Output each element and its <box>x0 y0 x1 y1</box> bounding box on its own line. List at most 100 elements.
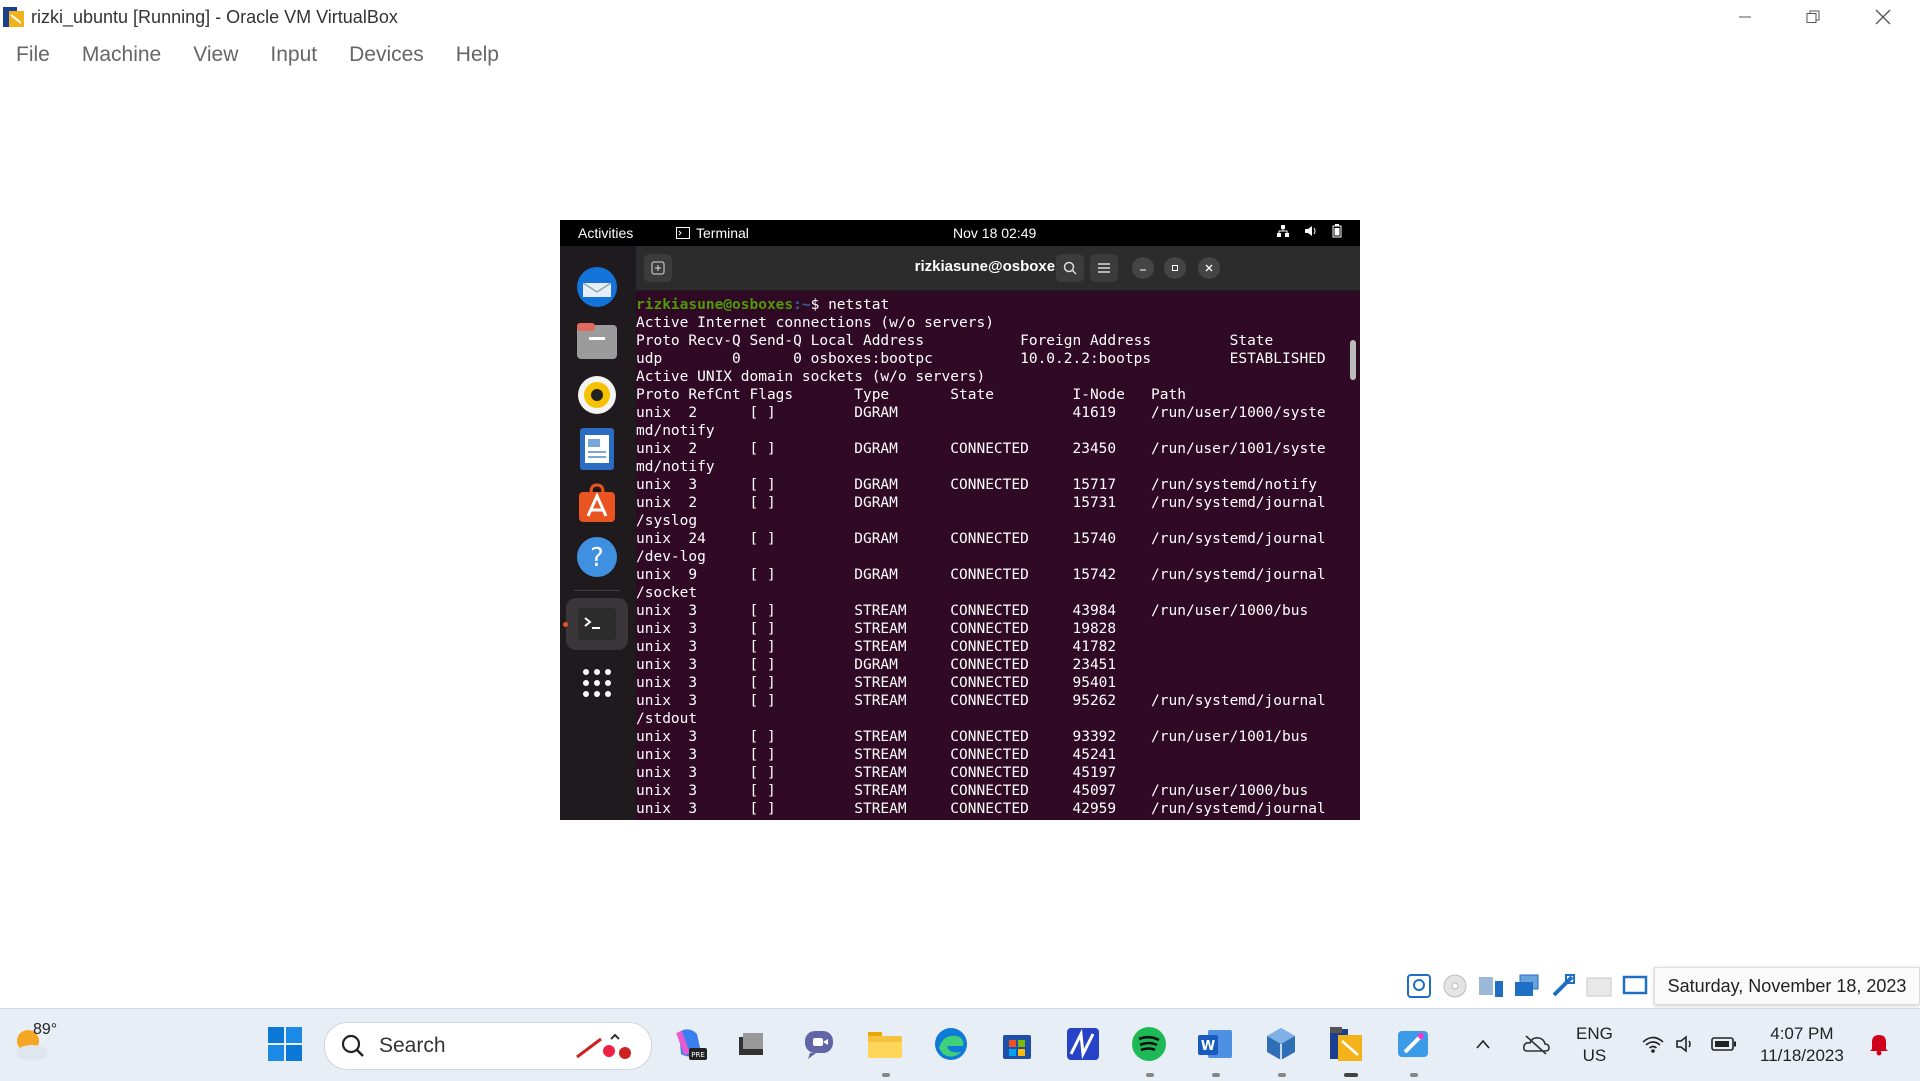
menu-devices[interactable]: Devices <box>333 38 440 72</box>
taskbar-search-box[interactable]: Search <box>324 1022 652 1070</box>
notifications-button[interactable] <box>1862 1021 1896 1067</box>
restore-button[interactable] <box>1778 0 1848 34</box>
terminal-dock-item[interactable] <box>566 598 628 650</box>
terminal-line: md/notify <box>636 459 715 475</box>
svg-text:W: W <box>1201 1039 1215 1054</box>
start-button[interactable] <box>262 1021 308 1067</box>
terminal-line: unix 3 [ ] STREAM CONNECTED 19828 <box>636 621 1117 637</box>
hard-disk-icon[interactable] <box>1404 971 1434 1001</box>
close-icon <box>1875 9 1891 25</box>
speaker-icon[interactable] <box>1670 1021 1704 1067</box>
language-code: ENG <box>1576 1024 1613 1043</box>
copilot-preview-icon[interactable]: PRE <box>666 1021 712 1067</box>
terminal-line: unix 9 [ ] DGRAM CONNECTED 15742 /run/sy… <box>636 567 1326 583</box>
terminal-close-button[interactable] <box>1198 257 1220 279</box>
menu-machine[interactable]: Machine <box>66 38 177 72</box>
restore-icon <box>1806 10 1820 23</box>
terminal-line: unix 2 [ ] DGRAM 15731 /run/systemd/jour… <box>636 495 1326 511</box>
terminal-line: unix 3 [ ] STREAM CONNECTED 41782 <box>636 639 1117 655</box>
ai-app-icon[interactable] <box>1060 1021 1106 1067</box>
gnome-top-bar: Activities Terminal Nov 18 02:49 <box>560 220 1360 246</box>
search-placeholder: Search <box>379 1034 446 1057</box>
display-icon[interactable] <box>1620 971 1650 1001</box>
running-indicator <box>563 622 568 627</box>
files-icon[interactable] <box>574 318 620 364</box>
terminal-scrollbar[interactable] <box>1350 340 1356 380</box>
edge-icon[interactable] <box>928 1021 974 1067</box>
close-button[interactable] <box>1848 0 1918 34</box>
task-view-icon[interactable] <box>728 1021 774 1067</box>
menu-file[interactable]: File <box>0 38 66 72</box>
terminal-line: unix 3 [ ] STREAM CONNECTED 43984 /run/u… <box>636 603 1309 619</box>
menu-view[interactable]: View <box>177 38 254 72</box>
menu-help[interactable]: Help <box>440 38 515 72</box>
terminal-line: unix 24 [ ] DGRAM CONNECTED 15740 /run/s… <box>636 531 1326 547</box>
app-center-icon[interactable] <box>574 480 620 526</box>
libreoffice-writer-icon[interactable] <box>574 426 620 472</box>
usb-icon[interactable] <box>1548 971 1578 1001</box>
spotify-running-indicator <box>1146 1073 1154 1077</box>
virtualbox-taskbar-icon[interactable] <box>1258 1021 1304 1067</box>
wifi-icon[interactable] <box>1636 1021 1670 1067</box>
terminal-line: /socket <box>636 585 698 601</box>
microsoft-store-icon[interactable] <box>994 1021 1040 1067</box>
ubuntu-dock: ? <box>560 246 636 820</box>
clock-time: 4:07 PM <box>1770 1024 1834 1043</box>
minimize-icon <box>1739 16 1751 18</box>
help-icon[interactable]: ? <box>574 534 620 580</box>
hamburger-icon <box>1098 263 1110 273</box>
terminal-search-button[interactable] <box>1056 254 1084 282</box>
rhythmbox-icon[interactable] <box>574 372 620 418</box>
file-explorer-icon[interactable] <box>862 1021 908 1067</box>
volume-icon <box>1305 226 1316 236</box>
taskbar-clock[interactable]: 4:07 PM 11/18/2023 <box>1760 1023 1844 1067</box>
audio-icon[interactable] <box>1476 971 1506 1001</box>
terminal-line: unix 2 [ ] DGRAM 41619 /run/user/1000/sy… <box>636 405 1326 421</box>
menu-bar: File Machine View Input Devices Help <box>0 38 515 72</box>
paint-running-indicator <box>1410 1073 1418 1077</box>
vm-screen[interactable]: Activities Terminal Nov 18 02:49 ? rizki… <box>560 220 1360 820</box>
terminal-output[interactable]: rizkiasune@osboxes:~$ netstat Active Int… <box>636 290 1360 820</box>
windows-taskbar: 89° Search PRE W ENG US 4:07 PM 11/18/20… <box>0 1008 1920 1081</box>
spotify-icon[interactable] <box>1126 1021 1172 1067</box>
window-titlebar: rizki_ubuntu [Running] - Oracle VM Virtu… <box>0 0 1920 34</box>
onedrive-icon[interactable] <box>1516 1021 1556 1067</box>
chat-icon[interactable] <box>796 1021 842 1067</box>
terminal-minimize-button[interactable] <box>1132 257 1154 279</box>
windows-logo-icon <box>268 1027 302 1061</box>
svg-text:PRE: PRE <box>691 1051 705 1059</box>
terminal-window[interactable]: rizkiasune@osboxes: ~ rizkiasune@osboxes… <box>636 246 1360 820</box>
show-hidden-icons-button[interactable] <box>1468 1021 1498 1067</box>
word-icon[interactable]: W <box>1192 1021 1238 1067</box>
search-icon <box>341 1034 364 1057</box>
maximize-icon <box>1172 265 1178 271</box>
terminal-line: /stdout <box>636 711 698 727</box>
shared-folders-icon[interactable] <box>1584 971 1614 1001</box>
gnome-system-tray[interactable] <box>1276 224 1342 238</box>
clock-date: 11/18/2023 <box>1760 1046 1844 1065</box>
thunderbird-icon[interactable] <box>574 264 620 310</box>
terminal-line: unix 3 [ ] STREAM CONNECTED 95262 /run/s… <box>636 693 1326 709</box>
show-apps-icon[interactable] <box>574 660 620 706</box>
paint-icon[interactable] <box>1390 1021 1436 1067</box>
optical-drive-icon[interactable] <box>1440 971 1470 1001</box>
network-adapter-icon[interactable] <box>1512 971 1542 1001</box>
terminal-menu-button[interactable] <box>1090 254 1118 282</box>
activities-button[interactable]: Activities <box>578 225 633 241</box>
gnome-clock[interactable]: Nov 18 02:49 <box>953 225 1036 241</box>
weather-temperature: 89° <box>33 1021 58 1038</box>
terminal-line: unix 3 [ ] STREAM CONNECTED 45097 /run/u… <box>636 783 1309 799</box>
terminal-maximize-button[interactable] <box>1164 257 1186 279</box>
vm-status-bar <box>1404 969 1650 1003</box>
minimize-button[interactable] <box>1710 0 1780 34</box>
menu-input[interactable]: Input <box>254 38 333 72</box>
battery-icon[interactable] <box>1706 1021 1742 1067</box>
app-menu-terminal[interactable]: Terminal <box>676 225 749 241</box>
terminal-line: unix 3 [ ] STREAM CONNECTED 42959 /run/s… <box>636 801 1326 817</box>
terminal-line: Active Internet connections (w/o servers… <box>636 315 994 331</box>
prompt-command: $ netstat <box>810 297 890 313</box>
terminal-line: Active UNIX domain sockets (w/o servers) <box>636 369 986 385</box>
battery-icon <box>1332 224 1342 238</box>
virtualbox-vm-taskbar-icon[interactable] <box>1324 1021 1370 1067</box>
language-indicator[interactable]: ENG US <box>1576 1023 1613 1067</box>
